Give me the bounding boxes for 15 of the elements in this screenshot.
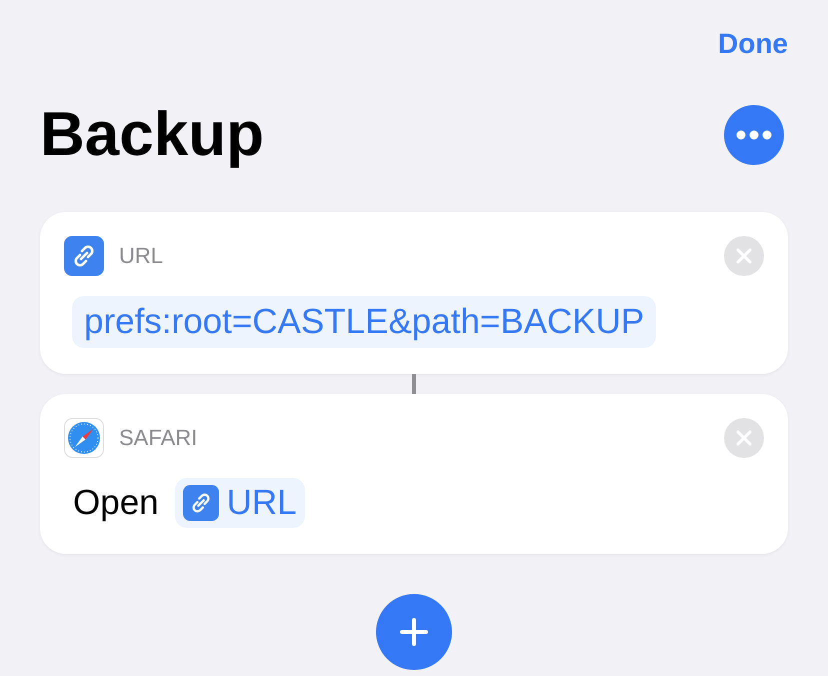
compass-icon: [64, 418, 104, 458]
shortcut-title: Backup: [40, 104, 264, 166]
address-value[interactable]: prefs:root=CASTLE&path=BACKUP: [72, 296, 656, 348]
link-icon: [64, 236, 104, 276]
close-icon: [736, 430, 752, 446]
variable-token[interactable]: URL: [174, 478, 305, 528]
action-label: SAFARI: [119, 425, 198, 451]
action-label: URL: [119, 243, 164, 269]
link-icon: [182, 485, 219, 521]
variable-name: URL: [226, 483, 297, 523]
ellipsis-icon: [736, 130, 772, 140]
plus-icon: [399, 617, 429, 647]
action-verb: Open: [73, 483, 159, 523]
done-button[interactable]: Done: [718, 28, 788, 60]
close-icon: [736, 248, 752, 264]
